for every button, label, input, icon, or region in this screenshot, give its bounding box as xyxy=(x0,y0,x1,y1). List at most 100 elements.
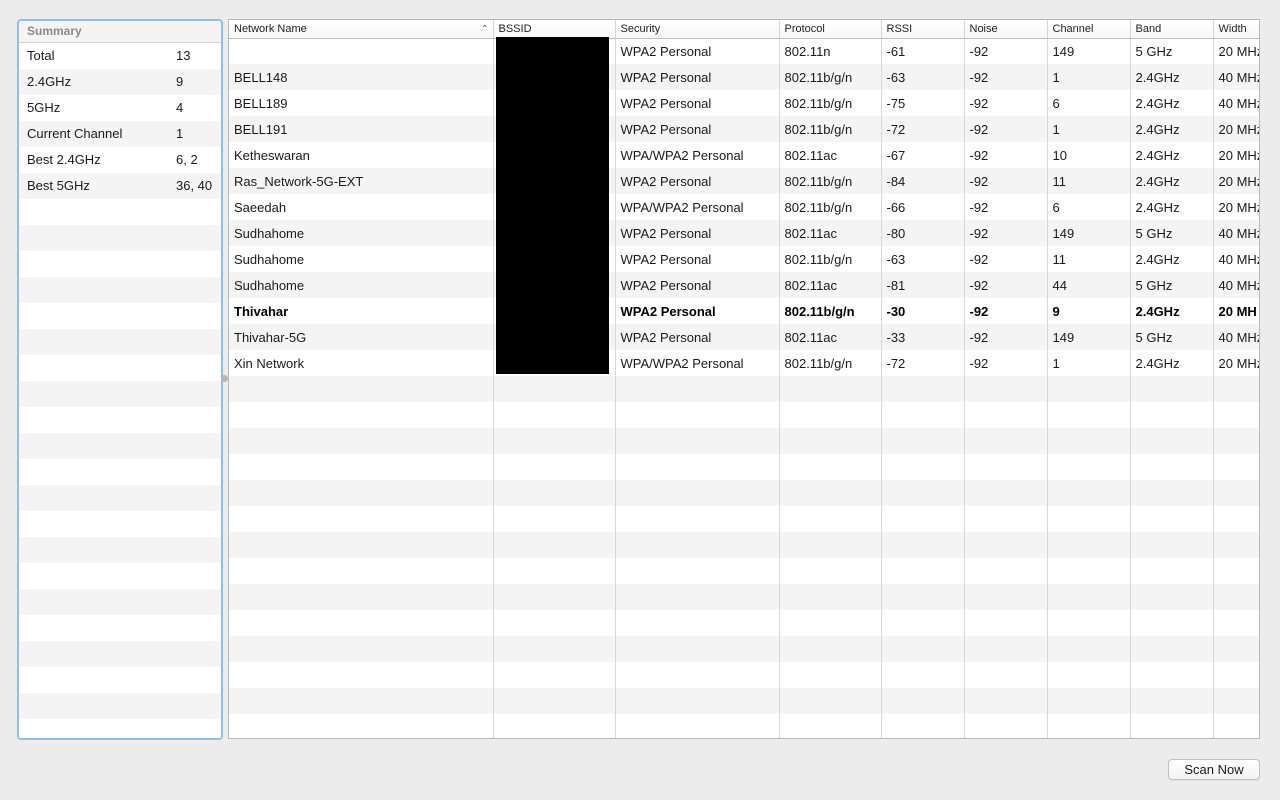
summary-row[interactable]: Current Channel 1 xyxy=(19,121,221,147)
summary-row-label: 5GHz xyxy=(27,100,61,115)
cell-protocol: 802.11ac xyxy=(779,220,882,246)
cell-empty-name xyxy=(229,506,494,532)
cell-protocol: 802.11ac xyxy=(779,324,882,350)
column-header-security[interactable]: Security xyxy=(615,20,780,39)
cell-name: Thivahar xyxy=(229,298,494,324)
summary-row[interactable]: 5GHz 4 xyxy=(19,95,221,121)
cell-empty-security xyxy=(615,714,780,738)
cell-security: WPA2 Personal xyxy=(615,272,780,298)
cell-name xyxy=(229,38,494,64)
summary-row[interactable]: Total 13 xyxy=(19,43,221,69)
cell-empty-band xyxy=(1130,454,1214,480)
cell-empty-protocol xyxy=(779,662,882,688)
table-body: WPA2 Personal 802.11n -61 -92 149 5 GHz 20 MHz… xyxy=(229,38,1259,738)
column-header-channel[interactable]: Channel xyxy=(1047,20,1131,39)
cell-band: 2.4GHz xyxy=(1130,90,1214,116)
bssid-redaction-overlay xyxy=(496,37,609,374)
table-header-row: Network Name ⌃ BSSID Security Protocol RSSI No… xyxy=(229,20,1259,39)
cell-noise: -92 xyxy=(964,142,1048,168)
cell-empty-channel xyxy=(1047,714,1131,738)
cell-empty-width xyxy=(1213,402,1259,428)
table-empty-row xyxy=(229,428,1259,454)
cell-empty-rssi xyxy=(881,532,965,558)
cell-empty-band xyxy=(1130,532,1214,558)
table-header: Network Name ⌃ BSSID Security Protocol RSSI No… xyxy=(229,20,1259,39)
cell-empty-width xyxy=(1213,454,1259,480)
cell-band: 2.4GHz xyxy=(1130,350,1214,376)
column-header-noise[interactable]: Noise xyxy=(964,20,1048,39)
summary-empty-row xyxy=(19,719,221,738)
column-header-band[interactable]: Band xyxy=(1130,20,1214,39)
cell-empty-name xyxy=(229,558,494,584)
summary-empty-row xyxy=(19,329,221,355)
cell-noise: -92 xyxy=(964,38,1048,64)
summary-list: Summary Total 13 2.4GHz 9 5GHz 4 Current Chann… xyxy=(19,21,221,738)
network-table-panel[interactable]: Network Name ⌃ BSSID Security Protocol RSSI No… xyxy=(228,19,1260,739)
cell-empty-width xyxy=(1213,558,1259,584)
table-row[interactable]: Ras_Network-5G-EXT WPA2 Personal 802.11b/g… xyxy=(229,168,1259,194)
summary-row[interactable]: 2.4GHz 9 xyxy=(19,69,221,95)
table-row[interactable]: Xin Network WPA/WPA2 Personal 802.11b/g/n -… xyxy=(229,350,1259,376)
column-header-label: Width xyxy=(1218,22,1247,35)
cell-rssi: -33 xyxy=(881,324,965,350)
cell-band: 2.4GHz xyxy=(1130,168,1214,194)
cell-empty-width xyxy=(1213,610,1259,636)
table-empty-row xyxy=(229,688,1259,714)
cell-empty-security xyxy=(615,402,780,428)
table-row[interactable]: BELL191 WPA2 Personal 802.11b/g/n -72 -92 1 2.… xyxy=(229,116,1259,142)
sidebar-resize-handle[interactable] xyxy=(221,375,228,382)
cell-width: 40 MHz xyxy=(1213,324,1259,350)
table-row[interactable]: BELL148 WPA2 Personal 802.11b/g/n -63 -92 1 2.… xyxy=(229,64,1259,90)
cell-protocol: 802.11b/g/n xyxy=(779,350,882,376)
cell-empty-width xyxy=(1213,584,1259,610)
table-row[interactable]: Sudhahome WPA2 Personal 802.11b/g/n -63 -92 1… xyxy=(229,246,1259,272)
cell-band: 5 GHz xyxy=(1130,38,1214,64)
cell-width: 40 MHz xyxy=(1213,64,1259,90)
table-row-current-network[interactable]: Thivahar WPA2 Personal 802.11b/g/n -30 -92 9 2… xyxy=(229,298,1259,324)
table-row[interactable]: Ketheswaran WPA/WPA2 Personal 802.11ac -67-… xyxy=(229,142,1259,168)
table-row[interactable]: Saeedah WPA/WPA2 Personal 802.11b/g/n -66 -9… xyxy=(229,194,1259,220)
summary-header: Summary xyxy=(19,21,221,43)
cell-security: WPA2 Personal xyxy=(615,324,780,350)
cell-empty-width xyxy=(1213,376,1259,402)
column-header-rssi[interactable]: RSSI xyxy=(881,20,965,39)
column-header-label: Protocol xyxy=(784,22,825,35)
cell-empty-rssi xyxy=(881,402,965,428)
cell-empty-security xyxy=(615,428,780,454)
network-table: Network Name ⌃ BSSID Security Protocol RSSI No… xyxy=(229,20,1259,738)
cell-channel: 149 xyxy=(1047,324,1131,350)
cell-empty-noise xyxy=(964,454,1048,480)
cell-width: 20 MHz xyxy=(1213,142,1259,168)
cell-band: 2.4GHz xyxy=(1130,246,1214,272)
column-header-name[interactable]: Network Name ⌃ xyxy=(229,20,494,39)
cell-empty-rssi xyxy=(881,376,965,402)
column-header-bssid[interactable]: BSSID xyxy=(493,20,616,39)
column-header-protocol[interactable]: Protocol xyxy=(779,20,882,39)
cell-empty-bssid xyxy=(493,480,616,506)
cell-width: 20 MHz xyxy=(1213,168,1259,194)
table-row[interactable]: Sudhahome WPA2 Personal 802.11ac -80 -92 149 5… xyxy=(229,220,1259,246)
cell-noise: -92 xyxy=(964,246,1048,272)
cell-empty-bssid xyxy=(493,454,616,480)
summary-row[interactable]: Best 2.4GHz 6, 2 xyxy=(19,147,221,173)
cell-width: 40 MHz xyxy=(1213,220,1259,246)
summary-empty-row xyxy=(19,199,221,225)
table-row[interactable]: WPA2 Personal 802.11n -61 -92 149 5 GHz 20 MHz xyxy=(229,38,1259,64)
cell-empty-noise xyxy=(964,428,1048,454)
column-header-label: RSSI xyxy=(886,22,913,35)
table-row[interactable]: BELL189 WPA2 Personal 802.11b/g/n -75 -92 6 2.… xyxy=(229,90,1259,116)
table-row[interactable]: Sudhahome WPA2 Personal 802.11ac -81 -92 44 5 … xyxy=(229,272,1259,298)
column-header-label: BSSID xyxy=(498,22,532,35)
summary-empty-row xyxy=(19,563,221,589)
cell-empty-name xyxy=(229,376,494,402)
cell-empty-bssid xyxy=(493,402,616,428)
column-header-width[interactable]: Width xyxy=(1213,20,1259,39)
summary-panel[interactable]: Summary Total 13 2.4GHz 9 5GHz 4 Current Chann… xyxy=(17,19,223,740)
scan-now-button[interactable]: Scan Now xyxy=(1168,759,1260,780)
table-empty-row xyxy=(229,402,1259,428)
summary-empty-row xyxy=(19,277,221,303)
table-row[interactable]: Thivahar-5G WPA2 Personal 802.11ac -33 -92 14… xyxy=(229,324,1259,350)
cell-empty-name xyxy=(229,714,494,738)
cell-empty-bssid xyxy=(493,688,616,714)
summary-row[interactable]: Best 5GHz 36, 40 xyxy=(19,173,221,199)
